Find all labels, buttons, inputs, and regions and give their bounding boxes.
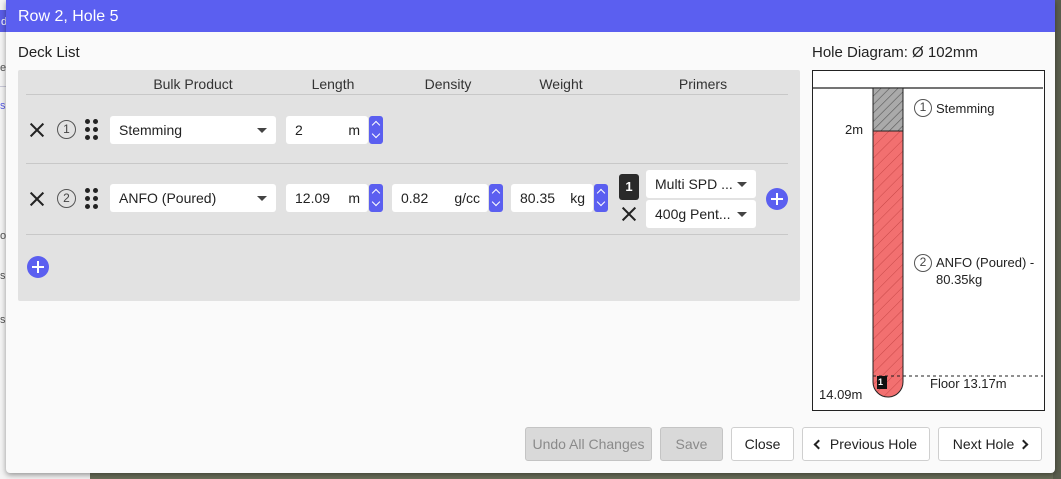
drag-handle-icon[interactable] xyxy=(85,119,99,141)
length-unit: m xyxy=(348,190,360,206)
stemming-deck xyxy=(872,87,904,132)
bulk-product-select[interactable]: Stemming xyxy=(110,116,276,144)
next-hole-button[interactable]: Next Hole xyxy=(938,427,1042,461)
delete-deck-button[interactable] xyxy=(28,121,46,139)
undo-all-changes-button[interactable]: Undo All Changes xyxy=(525,427,652,461)
background-text: s xyxy=(0,314,6,326)
chevron-left-icon xyxy=(813,439,824,450)
chevron-right-icon xyxy=(1018,439,1029,450)
length-value: 2 xyxy=(295,122,303,138)
weight-unit: kg xyxy=(570,190,585,206)
primer-select[interactable]: 400g Pent... xyxy=(646,200,756,228)
primer-count-badge: 1 xyxy=(619,174,639,200)
density-stepper[interactable] xyxy=(489,184,503,212)
close-button[interactable]: Close xyxy=(731,427,794,461)
deck-list-title: Deck List xyxy=(18,44,80,61)
primer-marker: 1 xyxy=(878,377,884,387)
length-input[interactable]: 2 m xyxy=(286,116,368,144)
hole-edit-dialog: Row 2, Hole 5 Deck List Bulk Product Len… xyxy=(6,0,1055,473)
save-button[interactable]: Save xyxy=(660,427,723,461)
anfo-label: ANFO (Poured) - xyxy=(936,255,1035,270)
density-value: 0.82 xyxy=(401,190,429,206)
bottom-depth-label: 14.09m xyxy=(819,387,863,402)
length-stepper[interactable] xyxy=(369,184,383,212)
header-bulk-product: Bulk Product xyxy=(153,76,233,92)
bulk-product-value: Stemming xyxy=(119,122,183,138)
previous-hole-button[interactable]: Previous Hole xyxy=(802,427,930,461)
length-input[interactable]: 12.09 m xyxy=(286,184,368,212)
weight-input[interactable]: 80.35 kg xyxy=(511,184,593,212)
density-unit: g/cc xyxy=(454,190,480,206)
hole-diagram-title: Hole Diagram: Ø 102mm xyxy=(812,44,978,61)
primer-value: Multi SPD ... xyxy=(655,176,733,192)
weight-value: 80.35 xyxy=(520,190,556,206)
previous-hole-label: Previous Hole xyxy=(829,436,918,452)
dialog-title: Row 2, Hole 5 xyxy=(6,0,1055,32)
next-hole-label: Next Hole xyxy=(952,436,1015,452)
density-input[interactable]: 0.82 g/cc xyxy=(392,184,488,212)
stemming-label-number: 1 xyxy=(914,99,932,117)
chevron-down-icon xyxy=(737,212,747,217)
primer-select[interactable]: Multi SPD ... xyxy=(646,170,756,198)
anfo-label-number: 2 xyxy=(914,254,932,272)
length-stepper[interactable] xyxy=(369,116,383,144)
deck-number-badge: 1 xyxy=(57,120,76,139)
stemming-depth-label: 2m xyxy=(845,122,864,137)
chevron-down-icon xyxy=(257,196,267,201)
header-length: Length xyxy=(311,76,355,92)
anfo-weight-label: 80.35kg xyxy=(936,272,983,287)
length-unit: m xyxy=(348,122,360,138)
drag-handle-icon[interactable] xyxy=(85,188,99,210)
header-weight: Weight xyxy=(539,76,583,92)
bulk-product-value: ANFO (Poured) xyxy=(119,190,217,206)
chevron-down-icon xyxy=(257,128,267,133)
deck-number-badge: 2 xyxy=(57,189,76,208)
background-text: s xyxy=(0,270,6,282)
weight-stepper[interactable] xyxy=(594,184,608,212)
add-primer-button[interactable] xyxy=(766,188,788,210)
bulk-product-select[interactable]: ANFO (Poured) xyxy=(110,184,276,212)
deck-list-panel: Bulk Product Length Density Weight Prime… xyxy=(18,70,800,301)
primer-value: 400g Pent... xyxy=(655,206,731,222)
background-text: s xyxy=(0,100,6,112)
delete-deck-button[interactable] xyxy=(28,190,46,208)
chevron-down-icon xyxy=(737,182,747,187)
header-density: Density xyxy=(424,76,472,92)
add-deck-button[interactable] xyxy=(27,256,49,278)
floor-depth-label: Floor 13.17m xyxy=(930,376,1007,391)
anfo-deck xyxy=(872,130,904,398)
hole-diagram: 1 Stemming 2m 2 ANFO (Poured) - 80.35kg … xyxy=(812,70,1045,411)
length-value: 12.09 xyxy=(295,190,331,206)
header-primers: Primers xyxy=(678,76,728,92)
stemming-label: Stemming xyxy=(936,101,995,116)
delete-primer-button[interactable] xyxy=(620,205,638,223)
